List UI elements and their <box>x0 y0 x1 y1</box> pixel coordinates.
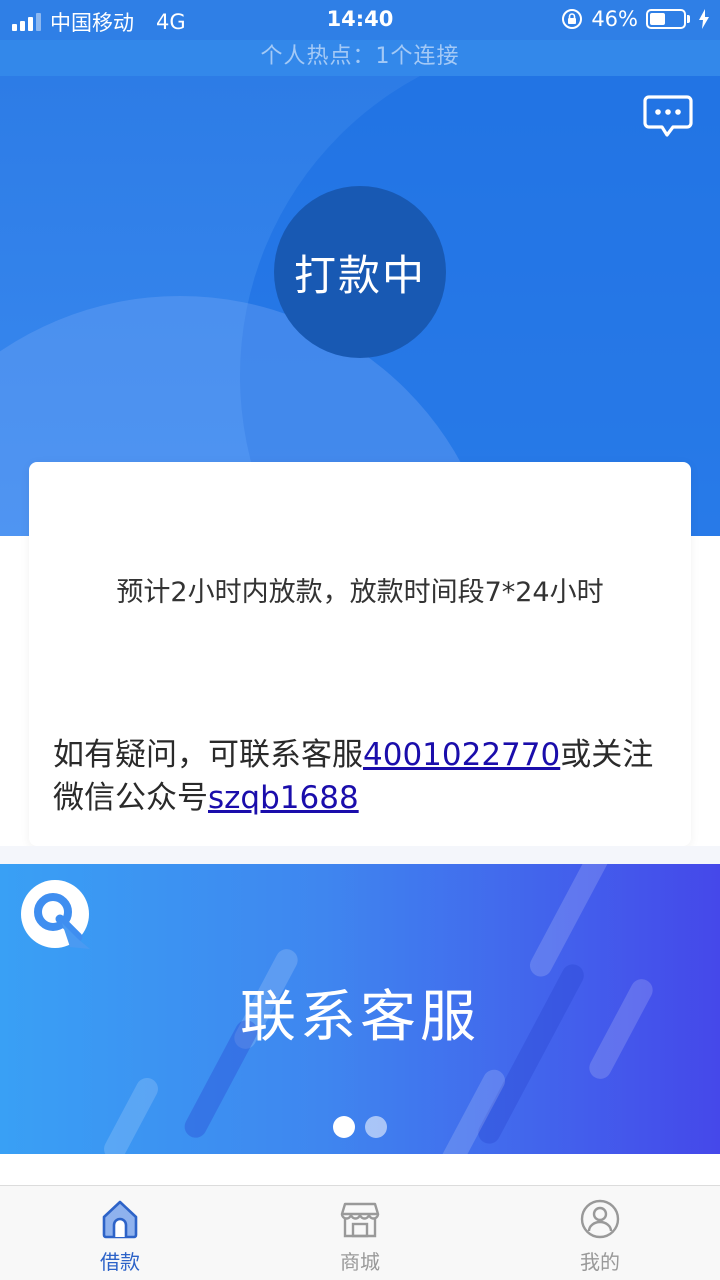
tab-label: 我的 <box>580 1250 620 1274</box>
charging-bolt-icon <box>699 9 709 29</box>
status-right: 46% <box>561 7 710 31</box>
carousel-dot[interactable] <box>365 1116 387 1138</box>
home-icon <box>102 1200 138 1239</box>
contact-info: 如有疑问，可联系客服4001022770或关注微信公众号szqb1688 <box>53 734 671 820</box>
banner-decoration <box>526 864 616 981</box>
loan-status-badge: 打款中 <box>274 186 446 358</box>
wechat-link[interactable]: szqb1688 <box>208 780 359 816</box>
tab-loan[interactable]: 借款 <box>0 1186 240 1280</box>
tab-label: 借款 <box>100 1250 140 1274</box>
loan-info-card: 预计2小时内放款，放款时间段7*24小时 如有疑问，可联系客服400102277… <box>29 462 691 846</box>
phone-link[interactable]: 4001022770 <box>363 737 560 773</box>
banner-decoration <box>100 1074 162 1154</box>
hotspot-bar[interactable]: 个人热点：1个连接 <box>0 40 720 76</box>
banner-title: 联系客服 <box>240 985 480 1050</box>
disbursement-eta: 预计2小时内放款，放款时间段7*24小时 <box>116 577 604 608</box>
tab-label: 商城 <box>340 1250 380 1274</box>
customer-service-banner[interactable]: 联系客服 <box>0 864 720 1154</box>
battery-percent: 46% <box>591 7 638 31</box>
carousel-dot[interactable] <box>333 1116 355 1138</box>
shop-icon <box>340 1202 380 1238</box>
chat-bubble-icon[interactable] <box>643 94 693 138</box>
rotation-lock-icon <box>562 9 583 29</box>
magnifier-logo-icon <box>21 880 90 949</box>
status-bar: 中国移动 4G 14:40 46% <box>0 0 720 40</box>
carousel-dots <box>0 1116 720 1138</box>
tab-mine[interactable]: 我的 <box>480 1186 720 1280</box>
tab-mall[interactable]: 商城 <box>240 1186 480 1280</box>
bottom-tab-bar: 借款 商城 我的 <box>0 1185 720 1280</box>
section-gap <box>0 846 720 864</box>
battery-icon <box>646 9 690 29</box>
contact-prefix: 如有疑问，可联系客服 <box>53 737 363 773</box>
user-icon <box>580 1199 620 1239</box>
